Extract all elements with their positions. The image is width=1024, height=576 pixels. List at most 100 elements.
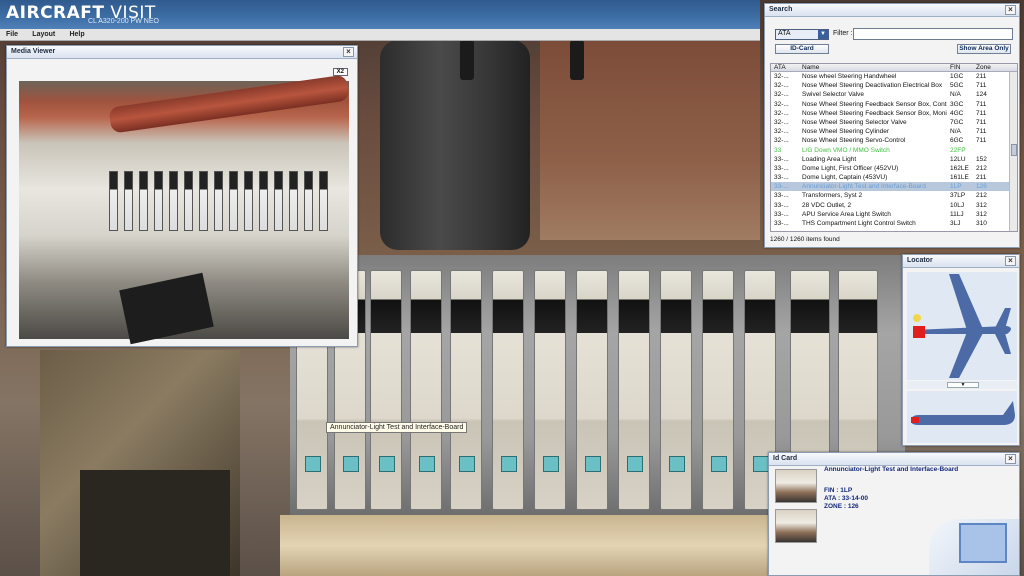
idcard-thumbnail[interactable] [775,469,817,503]
scene-strap [570,40,584,80]
idcard-window: Id Card × Annunciator-Light Test and Int… [768,452,1020,576]
photo-breaker [169,171,178,231]
table-row[interactable]: 33-... 28 VDC Outlet, 2 10LJ 312 [771,201,1017,210]
cell-ata: 32-... [774,91,789,99]
table-header: ATA Name FIN Zone [771,64,1017,72]
table-row[interactable]: 32-... Swivel Selector Valve N/A 124 [771,90,1017,99]
menu-layout[interactable]: Layout [26,30,61,39]
column-header-fin[interactable]: FIN [947,64,973,71]
cell-fin: 7GC [950,118,964,126]
table-scrollbar[interactable] [1009,72,1017,231]
table-row[interactable]: 33-... APU Service Area Light Switch 11LJ 3… [771,210,1017,219]
photo-breaker [244,171,253,231]
photo-breaker [199,171,208,231]
cell-name: THS Compartment Light Control Switch [802,220,916,227]
cell-ata: 32-... [774,73,789,80]
photo-breaker [304,171,313,231]
cell-zone: 711 [976,137,987,145]
cell-ata: 33-... [774,183,789,191]
scene-duct [380,40,530,250]
cell-zone: 212 [976,192,987,200]
search-window: Search × ATA ▼ Filter : ID-Card Show Are… [764,3,1020,248]
table-row[interactable]: 32-... Nose wheel Steering Handwheel 1GC 21… [771,72,1017,81]
table-row[interactable]: 32-... Nose Wheel Steering Deactivation E… [771,81,1017,90]
table-row[interactable]: 33 L/G Down VMO / MMO Switch 22FP [771,146,1017,155]
table-row[interactable]: 32-... Nose Wheel Steering Servo-Control 6… [771,136,1017,145]
idcard-ata: ATA : 33-14-00 [824,495,868,502]
column-header-ata[interactable]: ATA [771,64,799,71]
locator-side-view[interactable] [907,391,1017,443]
filter-input[interactable] [853,28,1013,40]
media-viewer-close-button[interactable]: × [343,47,354,57]
cell-fin: 22FP [950,146,966,154]
locator-title[interactable]: Locator × [903,255,1019,268]
scene-breaker [410,270,442,510]
media-viewer-window: Media Viewer × X2 [6,45,358,347]
zoom-x2-button[interactable]: X2 [332,68,348,76]
chevron-down-icon[interactable]: ▼ [818,30,828,39]
cell-zone: 124 [976,91,987,99]
filter-label: Filter : [833,30,853,37]
table-row[interactable]: 33-... THS Compartment Light Control Swit… [771,219,1017,228]
locator-close-button[interactable]: × [1005,256,1016,266]
table-row[interactable]: 33-... Dome Light, Captain (453VU) 161LE 21… [771,173,1017,182]
locator-top-view[interactable] [907,272,1017,380]
scrollbar-thumb[interactable] [1011,144,1017,156]
scene-breaker [576,270,608,510]
cell-ata: 33-... [774,210,789,218]
photo-breaker [214,171,223,231]
locator-splitter[interactable]: ▼ [907,381,1017,389]
cell-ata: 33-... [774,201,789,209]
chevron-down-icon[interactable]: ▼ [947,382,979,388]
search-close-button[interactable]: × [1005,5,1016,15]
idcard-close-button[interactable]: × [1005,454,1016,464]
table-row[interactable]: 33-... Annunciator-Light Test and Interfa… [771,182,1017,192]
cell-fin: 1LP [950,183,962,191]
search-title[interactable]: Search × [765,4,1019,17]
cell-zone: 711 [976,118,987,126]
cell-ata: 33 [774,146,782,154]
cell-zone: 310 [976,220,987,227]
column-header-zone[interactable]: Zone [973,64,1003,71]
media-viewer-title[interactable]: Media Viewer × [7,46,357,59]
cell-fin: 3GC [950,100,964,108]
table-row[interactable]: 32-... Nose Wheel Steering Feedback Senso… [771,100,1017,109]
hover-tooltip: Annunciator-Light Test and Interface-Boa… [326,422,468,433]
idcard-button[interactable]: ID-Card [775,44,829,54]
idcard-thumbnail[interactable] [775,509,817,543]
idcard-title[interactable]: Id Card × [769,453,1019,466]
scene-connector [80,470,230,576]
table-row[interactable]: 32-... Nose Wheel Steering Selector Valve… [771,118,1017,127]
photo-black-box [119,272,214,345]
idcard-fin: FIN : 1LP [824,487,853,494]
cell-name: Nose Wheel Steering Cylinder [802,128,890,136]
menu-help[interactable]: Help [63,30,90,39]
cell-name: 28 VDC Outlet, 2 [802,201,852,209]
photo-breaker [274,171,283,231]
scene-breaker [660,270,692,510]
category-select[interactable]: ATA ▼ [775,29,829,40]
cell-fin: 3LJ [950,220,961,227]
cell-name: Swivel Selector Valve [802,91,865,99]
cell-ata: 33-... [774,220,789,227]
menu-file[interactable]: File [0,30,24,39]
cell-zone: 711 [976,82,987,90]
table-row[interactable]: 33-... Dome Light, First Officer (452VU) 1… [771,164,1017,173]
table-row[interactable]: 32-... Nose Wheel Steering Cylinder N/A 711 [771,127,1017,136]
cell-name: Nose wheel Steering Handwheel [802,73,897,80]
scene-breaker [534,270,566,510]
scene-floor [280,515,770,576]
cell-name: Annunciator-Light Test and Interface-Boa… [802,183,926,191]
column-header-name[interactable]: Name [799,64,947,71]
cell-fin: 12LU [950,155,966,163]
cell-fin: 37LP [950,192,966,200]
photo-pipe [108,74,350,134]
show-area-only-button[interactable]: Show Area Only [957,44,1011,54]
cell-zone: 711 [976,109,987,117]
table-row[interactable]: 33-... Loading Area Light 12LU 152 [771,155,1017,164]
items-found-count: 1260 / 1260 items found [770,236,840,243]
aircraft-side-view-icon [911,401,1015,425]
table-row[interactable]: 33-... Transformers, Syst 2 37LP 212 [771,191,1017,200]
table-row[interactable]: 32-... Nose Wheel Steering Feedback Senso… [771,109,1017,118]
cell-name: Dome Light, First Officer (452VU) [802,164,899,172]
